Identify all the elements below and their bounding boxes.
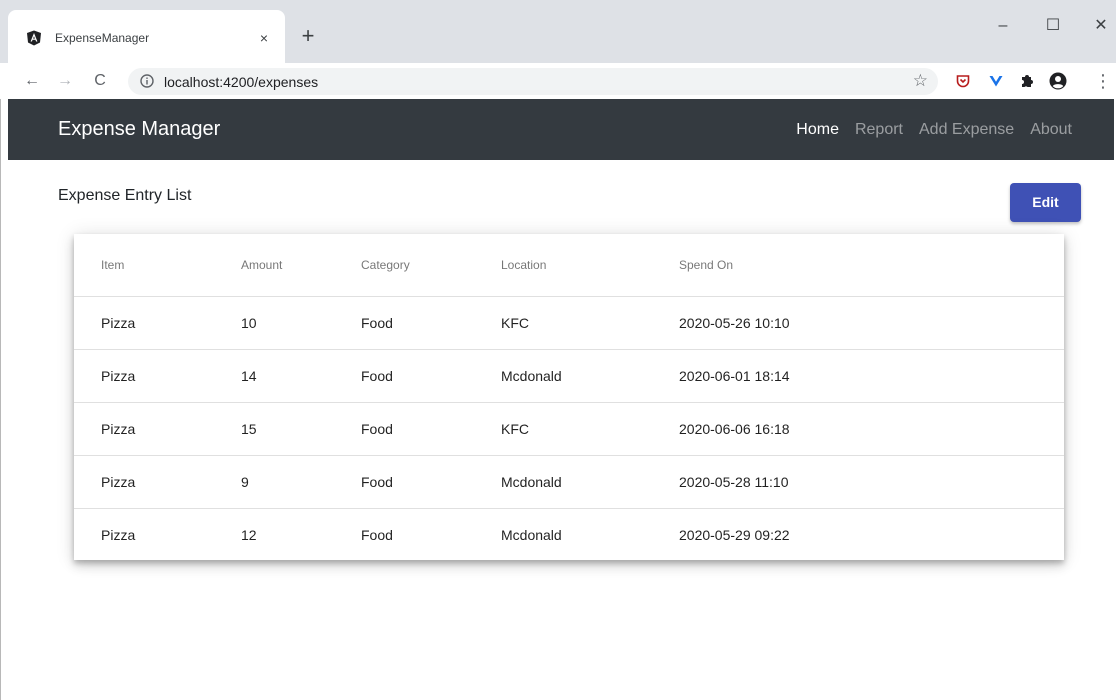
cell-amount: 9 [241,455,361,509]
expense-table-card: Item Amount Category Location Spend On P… [74,234,1064,560]
cell-spend-on: 2020-06-01 18:14 [679,349,1064,403]
cell-spend-on: 2020-05-28 11:10 [679,455,1064,509]
url-text[interactable]: localhost:4200/expenses [164,73,318,91]
table-header-row: Item Amount Category Location Spend On [74,234,1064,297]
cell-category: Food [361,455,501,509]
window-frame [0,99,8,700]
cell-item: Pizza [74,455,241,509]
column-header-spend-on: Spend On [679,234,1064,297]
tab-title: ExpenseManager [55,31,150,45]
expense-table: Item Amount Category Location Spend On P… [74,234,1064,561]
cell-spend-on: 2020-05-29 09:22 [679,526,790,543]
new-tab-icon[interactable]: + [296,25,320,49]
info-icon[interactable] [140,74,154,88]
table-row[interactable]: Pizza 9 Food Mcdonald 2020-05-28 11:10 [74,455,1064,509]
pocket-icon[interactable] [952,70,974,92]
address-bar[interactable]: localhost:4200/expenses ☆ [128,68,938,95]
angular-logo-icon [27,30,41,46]
cell-location: KFC [501,402,679,456]
column-header-amount: Amount [241,234,361,297]
maximize-icon[interactable]: ☐ [1038,14,1068,38]
edit-button[interactable]: Edit [1010,183,1081,222]
reload-icon[interactable]: C [88,69,112,93]
puzzle-icon[interactable] [1016,70,1038,92]
vue-devtools-icon[interactable] [985,70,1007,92]
cell-amount: 10 [241,296,361,350]
cell-item: Pizza [74,402,241,456]
cell-location: KFC [501,296,679,350]
nav-link-report[interactable]: Report [855,120,903,140]
forward-icon[interactable]: → [53,69,77,93]
cell-item: Pizza [101,526,136,543]
table-row[interactable]: Pizza 10 Food KFC 2020-05-26 10:10 [74,296,1064,350]
nav-link-about[interactable]: About [1030,120,1072,140]
cell-spend-on: 2020-06-06 16:18 [679,402,1064,456]
cell-item: Pizza [74,296,241,350]
minimize-icon[interactable]: – [988,14,1018,38]
table-row[interactable]: Pizza 12 Food Mcdonald 2020-05-29 09:22 [74,508,1064,561]
tab-strip: ExpenseManager × + – ☐ ✕ [0,0,1116,63]
bookmark-star-icon[interactable]: ☆ [913,71,928,91]
cell-spend-on: 2020-05-26 10:10 [679,296,1064,350]
more-icon[interactable]: ⋮ [1092,70,1114,92]
table-row[interactable]: Pizza 15 Food KFC 2020-06-06 16:18 [74,402,1064,456]
nav-link-add-expense[interactable]: Add Expense [919,120,1014,140]
table-row[interactable]: Pizza 14 Food Mcdonald 2020-06-01 18:14 [74,349,1064,403]
app-navbar: Expense Manager Home Report Add Expense … [8,99,1114,160]
cell-amount: 15 [241,402,361,456]
browser-toolbar: ← → C localhost:4200/expenses ☆ ⋮ [0,63,1116,99]
cell-location: Mcdonald [501,526,562,543]
browser-chrome: ExpenseManager × + – ☐ ✕ ← → C localhost… [0,0,1116,99]
cell-item: Pizza [74,349,241,403]
cell-location: Mcdonald [501,455,679,509]
cell-amount: 12 [241,526,257,543]
cell-amount: 14 [241,349,361,403]
profile-icon[interactable] [1047,70,1069,92]
cell-category: Food [361,402,501,456]
cell-category: Food [361,349,501,403]
back-icon[interactable]: ← [20,69,44,93]
column-header-item: Item [74,234,241,297]
brand-title[interactable]: Expense Manager [58,117,220,141]
column-header-category: Category [361,234,501,297]
nav-links: Home Report Add Expense About [796,120,1072,140]
page-title: Expense Entry List [58,187,192,204]
column-header-location: Location [501,234,679,297]
cell-category: Food [361,526,393,543]
close-window-icon[interactable]: ✕ [1086,14,1116,38]
browser-tab[interactable]: ExpenseManager × [8,10,285,63]
tab-close-icon[interactable]: × [254,28,274,48]
nav-link-home[interactable]: Home [796,120,839,140]
cell-category: Food [361,296,501,350]
cell-location: Mcdonald [501,349,679,403]
